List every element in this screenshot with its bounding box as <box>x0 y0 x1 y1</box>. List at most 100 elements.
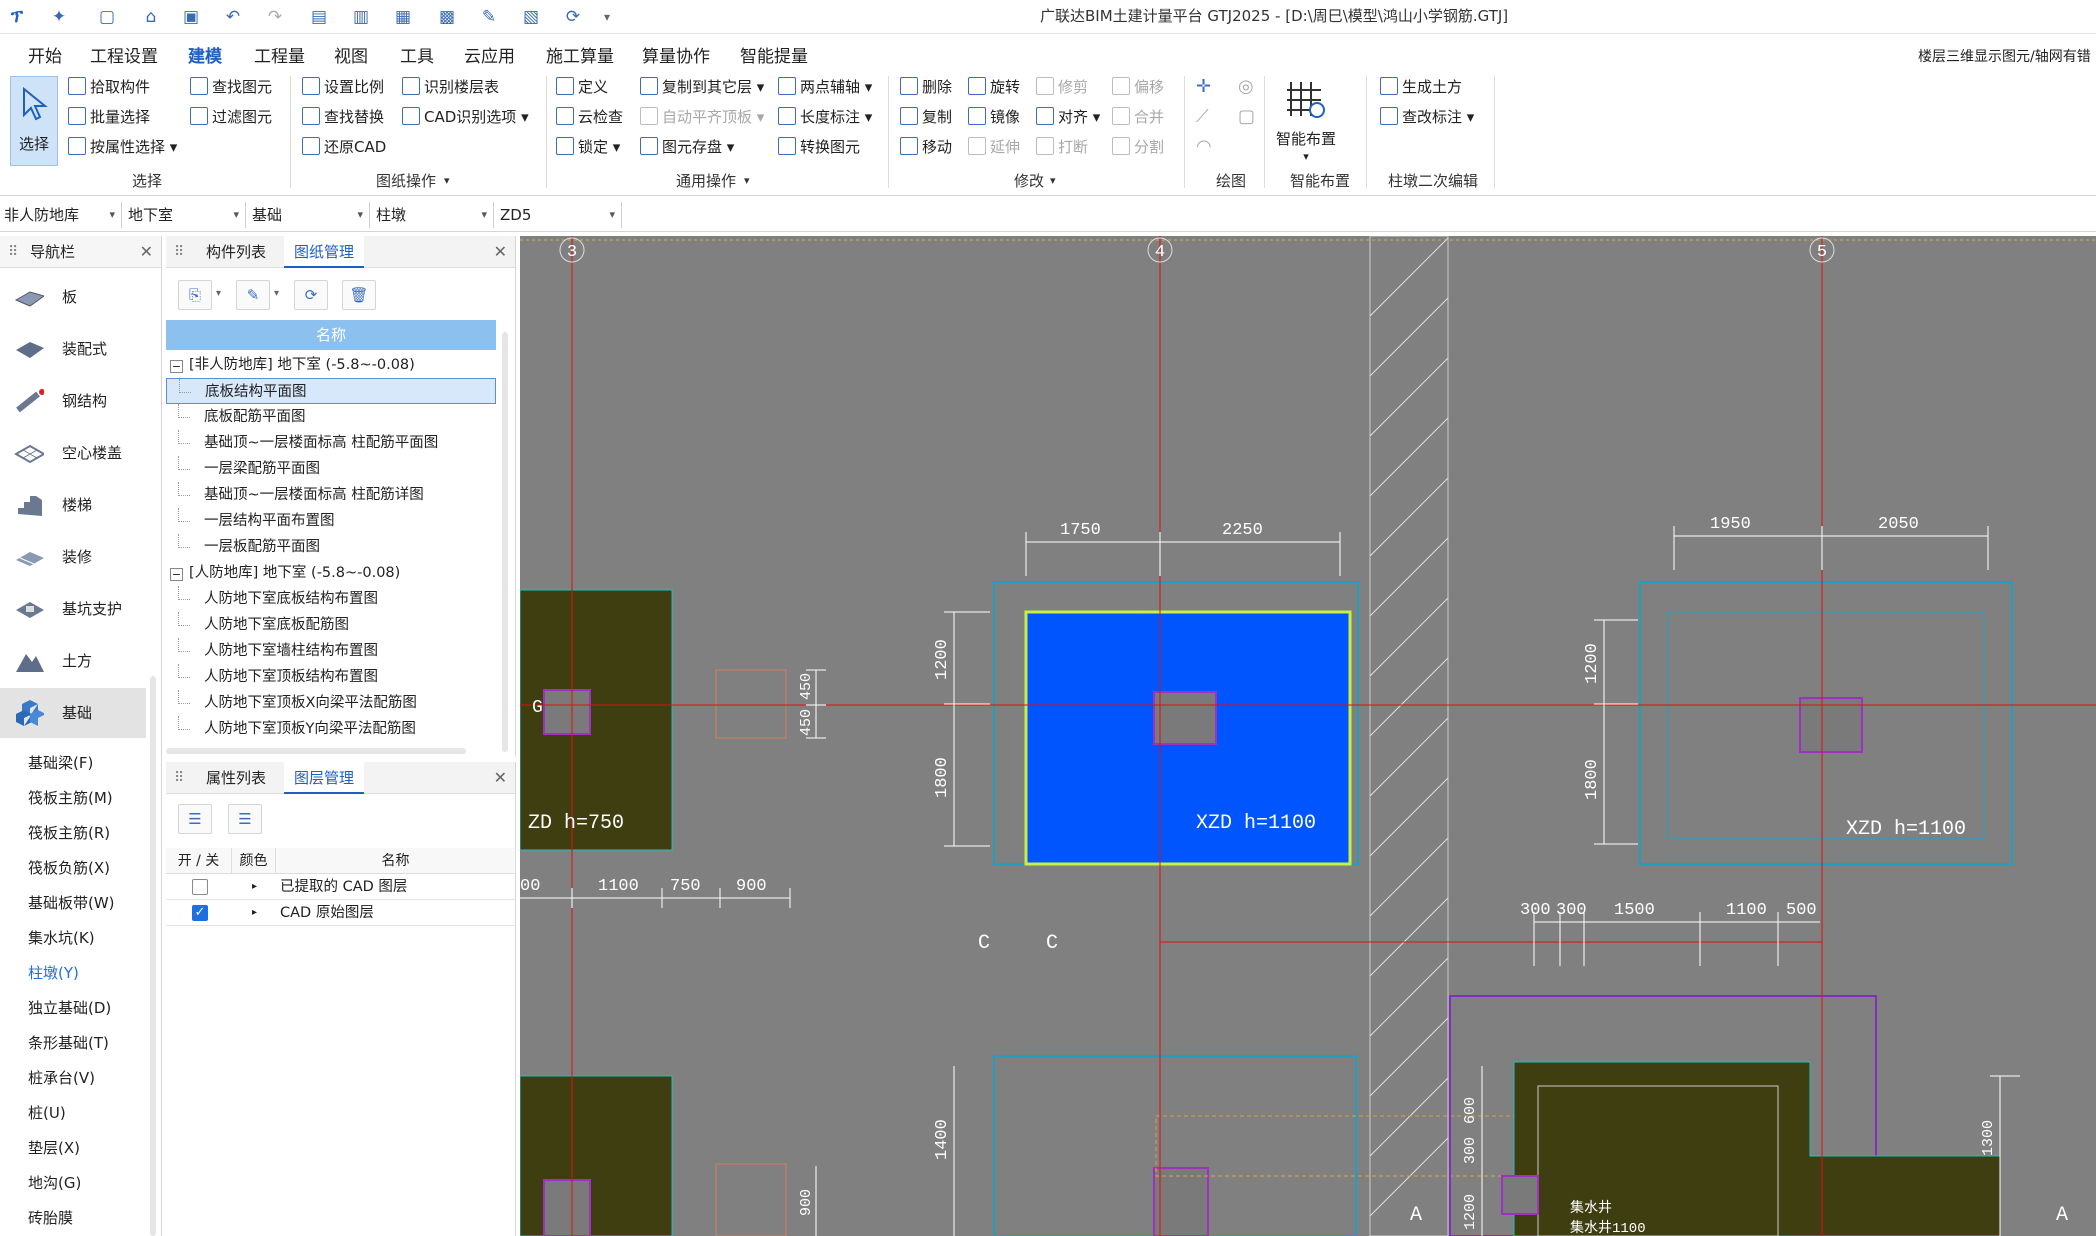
add-drawing-icon[interactable]: ⎘ <box>178 280 212 310</box>
tree-item-drawing[interactable]: 人防地下室顶板Y向梁平法配筋图 <box>166 716 496 742</box>
subitem-sump-pit[interactable]: 集水坑(K) <box>28 927 95 948</box>
split-button[interactable]: 分割 <box>1112 136 1164 158</box>
extend-button[interactable]: 延伸 <box>968 136 1020 158</box>
floor-select[interactable]: 地下室 <box>124 202 246 228</box>
tree-horizontal-scrollbar[interactable] <box>166 748 466 754</box>
menu-collaboration[interactable]: 算量协作 <box>642 42 710 67</box>
subitem-foundation-beam[interactable]: 基础梁(F) <box>28 752 93 773</box>
toolbar-icon-2[interactable]: ▥ <box>350 6 372 28</box>
lock-button[interactable]: 锁定 ▾ <box>556 136 620 158</box>
menu-view[interactable]: 视图 <box>334 42 368 67</box>
break-button[interactable]: 打断 <box>1036 136 1088 158</box>
tree-item-drawing[interactable]: 人防地下室顶板结构布置图 <box>166 664 496 690</box>
layer-row-extracted[interactable]: ▸ 已提取的 CAD 图层 <box>166 874 516 900</box>
common-ops-chevron-icon[interactable]: ▾ <box>744 174 750 187</box>
subitem-raft-main-m[interactable]: 筏板主筋(M) <box>28 787 113 808</box>
component-type-select[interactable]: 柱墩 <box>372 202 494 228</box>
nav-item-earthwork[interactable]: 土方 <box>0 636 146 686</box>
tab-property-list[interactable]: 属性列表 <box>196 762 276 794</box>
convert-element-button[interactable]: 转换图元 <box>778 136 860 158</box>
nav-item-pit-support[interactable]: 基坑支护 <box>0 584 146 634</box>
tree-item-drawing[interactable]: 一层结构平面布置图 <box>166 508 496 534</box>
subitem-isolated-footing[interactable]: 独立基础(D) <box>28 997 111 1018</box>
collapse-icon[interactable]: − <box>170 568 183 581</box>
modify-chevron-icon[interactable]: ▾ <box>1050 174 1056 187</box>
tree-item-drawing[interactable]: 底板配筋平面图 <box>166 404 496 430</box>
tree-item-drawing[interactable]: 基础顶~一层楼面标高 柱配筋平面图 <box>166 430 496 456</box>
draw-circle-icon[interactable]: ◎ <box>1238 76 1254 98</box>
tree-scrollbar[interactable] <box>502 332 508 752</box>
subitem-raft-negative[interactable]: 筏板负筋(X) <box>28 857 110 878</box>
layer-row-original[interactable]: ✓ ▸ CAD 原始图层 <box>166 900 516 926</box>
expand-icon[interactable]: ▸ <box>252 874 257 900</box>
close-icon[interactable]: ✕ <box>494 762 507 794</box>
tab-component-list[interactable]: 构件列表 <box>196 236 276 268</box>
tab-layer-management[interactable]: 图层管理 <box>284 762 365 794</box>
delete-button[interactable]: 删除 <box>900 76 952 98</box>
tree-item-drawing[interactable]: 人防地下室墙柱结构布置图 <box>166 638 496 664</box>
select-by-attribute-button[interactable]: 按属性选择 ▾ <box>68 136 177 158</box>
tree-item-drawing[interactable]: 人防地下室顶板X向梁平法配筋图 <box>166 690 496 716</box>
collapse-icon[interactable]: − <box>170 360 183 373</box>
menu-construction[interactable]: 施工算量 <box>546 42 614 67</box>
cad-recognition-options-button[interactable]: CAD识别选项 ▾ <box>402 106 529 128</box>
drag-grip-icon[interactable]: ⠿ <box>8 236 18 268</box>
undo-icon[interactable]: ↶ <box>222 6 244 28</box>
tree-group-non-civil-defense[interactable]: − [非人防地库] 地下室 (-5.8~-0.08) <box>166 352 496 378</box>
toolbar-icon-3[interactable]: ▩ <box>436 6 458 28</box>
restore-cad-button[interactable]: 还原CAD <box>302 136 386 158</box>
mirror-button[interactable]: 镜像 <box>968 106 1020 128</box>
menu-smart-extract[interactable]: 智能提量 <box>740 42 808 67</box>
project-type-select[interactable]: 非人防地库 <box>0 202 122 228</box>
draw-point-icon[interactable]: ✛ <box>1196 76 1211 98</box>
nav-item-steel[interactable]: 钢结构 <box>0 376 146 426</box>
recognize-floor-table-button[interactable]: 识别楼层表 <box>402 76 499 98</box>
subitem-pile[interactable]: 桩(U) <box>28 1102 66 1123</box>
redo-icon[interactable]: ↷ <box>264 6 286 28</box>
tree-item-drawing[interactable]: 一层板配筋平面图 <box>166 534 496 560</box>
tree-item-drawing[interactable]: 基础顶~一层楼面标高 柱配筋详图 <box>166 482 496 508</box>
drag-grip-icon[interactable]: ⠿ <box>174 236 184 268</box>
menu-cloud[interactable]: 云应用 <box>464 42 515 67</box>
drawing-ops-chevron-icon[interactable]: ▾ <box>444 174 450 187</box>
component-name-select[interactable]: ZD5 <box>496 202 622 228</box>
toolbar-icon-4[interactable]: ▧ <box>520 6 542 28</box>
menu-start[interactable]: 开始 <box>28 42 62 67</box>
open-folder-icon[interactable]: ⌂ <box>140 6 162 28</box>
generate-earthwork-button[interactable]: 生成土方 <box>1380 76 1462 98</box>
menu-modeling[interactable]: 建模 <box>184 42 226 74</box>
nav-item-slab[interactable]: 板 <box>0 272 146 322</box>
draw-arc-icon[interactable]: ◠ <box>1196 136 1212 158</box>
filter-element-button[interactable]: 过滤图元 <box>190 106 272 128</box>
layer-action-icon-2[interactable]: ☰ <box>228 804 262 834</box>
find-element-button[interactable]: 查找图元 <box>190 76 272 98</box>
grid-icon[interactable]: ▦ <box>392 6 414 28</box>
close-icon[interactable]: ✕ <box>494 236 507 268</box>
cad-canvas[interactable]: 3 4 5 G 1750 2250 1950 2050 1200 1800 12… <box>520 236 2096 1236</box>
two-point-axis-button[interactable]: 两点辅轴 ▾ <box>778 76 872 98</box>
draw-line-icon[interactable]: ⟋ <box>1196 106 1209 128</box>
refresh-icon[interactable]: ⟳ <box>562 6 584 28</box>
nav-item-decoration[interactable]: 装修 <box>0 532 146 582</box>
new-file-icon[interactable]: ▢ <box>96 6 118 28</box>
merge-button[interactable]: 合并 <box>1112 106 1164 128</box>
copy-button[interactable]: 复制 <box>900 106 952 128</box>
length-mark-button[interactable]: 长度标注 ▾ <box>778 106 872 128</box>
nav-scrollbar[interactable] <box>150 676 156 1236</box>
find-replace-button[interactable]: 查找替换 <box>302 106 384 128</box>
delete-drawing-icon[interactable]: 🗑 <box>342 280 376 310</box>
define-button[interactable]: 定义 <box>556 76 608 98</box>
tree-group-civil-defense[interactable]: − [人防地库] 地下室 (-5.8~-0.08) <box>166 560 496 586</box>
subitem-trench[interactable]: 地沟(G) <box>28 1172 81 1193</box>
tree-item-drawing[interactable]: 人防地下室底板配筋图 <box>166 612 496 638</box>
tree-item-drawing[interactable]: 人防地下室底板结构布置图 <box>166 586 496 612</box>
customize-chevron-icon[interactable]: ▾ <box>596 6 618 28</box>
add-drawing-chevron-icon[interactable]: ▾ <box>216 288 221 299</box>
new-project-icon[interactable]: ✦ <box>48 6 70 28</box>
menu-tools[interactable]: 工具 <box>400 42 434 67</box>
layer-visibility-checkbox[interactable] <box>192 879 208 895</box>
cloud-check-button[interactable]: 云检查 <box>556 106 623 128</box>
edit-drawing-icon[interactable]: ✎ <box>236 280 270 310</box>
save-element-button[interactable]: 图元存盘 ▾ <box>640 136 734 158</box>
align-button[interactable]: 对齐 ▾ <box>1036 106 1100 128</box>
